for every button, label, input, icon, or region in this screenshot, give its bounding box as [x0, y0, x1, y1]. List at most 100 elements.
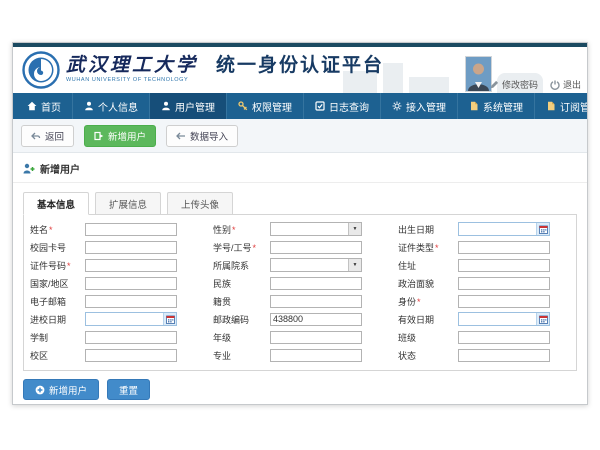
- chevron-down-icon: ▼: [348, 259, 361, 271]
- valid-date-field[interactable]: [458, 312, 550, 326]
- tab-extended-info[interactable]: 扩展信息: [95, 192, 161, 215]
- native-place-field[interactable]: [270, 295, 362, 308]
- logout-label: 退出: [563, 78, 581, 91]
- plus-circle-icon: [35, 385, 45, 395]
- user-icon: [84, 101, 94, 111]
- toolbar: 返回 新增用户 数据导入: [13, 119, 587, 153]
- required-marker: *: [417, 297, 421, 307]
- campus-label: 校区: [30, 349, 85, 362]
- data-import-button[interactable]: 数据导入: [166, 125, 238, 147]
- id-number-field[interactable]: [85, 259, 177, 272]
- postal-code-label: 邮政编码: [213, 313, 270, 326]
- platform-title: 统一身份认证平台: [216, 54, 384, 78]
- name-field[interactable]: [85, 223, 177, 236]
- tab-basic-info[interactable]: 基本信息: [23, 192, 89, 215]
- doc-icon: [546, 101, 556, 111]
- ethnicity-field[interactable]: [270, 277, 362, 290]
- nav-item-subscription-management[interactable]: 订阅管理: [535, 93, 588, 119]
- id-type-label: 证件类型*: [398, 241, 458, 254]
- student-id-label: 学号/工号*: [213, 241, 270, 254]
- back-button[interactable]: 返回: [21, 125, 74, 147]
- submit-add-user-button[interactable]: 新增用户: [23, 379, 99, 400]
- form-row: 进校日期 邮政编码 有效日期: [24, 310, 576, 328]
- form-row: 证件号码* 所属院系 ▼ 住址: [24, 256, 576, 274]
- cityscape-decoration: [409, 77, 449, 93]
- nav-label: 权限管理: [252, 99, 292, 114]
- required-marker: *: [232, 225, 236, 235]
- form-actions: 新增用户 重置: [23, 379, 577, 400]
- nav-item-user-management[interactable]: 用户管理: [150, 93, 227, 119]
- basic-info-form: 姓名* 性别* ▼ 出生日期 校园卡号 学号/工号* 证件类型* 证件号码* 所…: [23, 214, 577, 371]
- nav-item-system-management[interactable]: 系统管理: [458, 93, 535, 119]
- class-field[interactable]: [458, 331, 550, 344]
- logout-link[interactable]: 退出: [550, 78, 581, 91]
- postal-code-field[interactable]: [270, 313, 362, 326]
- identity-field[interactable]: [458, 295, 550, 308]
- pencil-icon: [490, 80, 499, 89]
- required-marker: *: [49, 225, 53, 235]
- form-row: 电子邮箱 籍贯 身份*: [24, 292, 576, 310]
- name-label: 姓名*: [30, 223, 85, 236]
- users-icon: [161, 101, 171, 111]
- birth-date-field[interactable]: [458, 222, 550, 236]
- log-check-icon: [315, 101, 325, 111]
- birth-date-label: 出生日期: [398, 223, 458, 236]
- major-label: 专业: [213, 349, 270, 362]
- tab-upload-avatar[interactable]: 上传头像: [167, 192, 233, 215]
- new-user-icon: [94, 131, 104, 141]
- change-password-link[interactable]: 修改密码: [490, 78, 538, 91]
- key-icon: [238, 101, 248, 111]
- change-password-label: 修改密码: [502, 78, 538, 91]
- form-row: 校园卡号 学号/工号* 证件类型*: [24, 238, 576, 256]
- nav-item-log-query[interactable]: 日志查询: [304, 93, 381, 119]
- country-field[interactable]: [85, 277, 177, 290]
- app-window: 武汉理工大学 WUHAN UNIVERSITY OF TECHNOLOGY 统一…: [12, 42, 588, 405]
- calendar-icon[interactable]: [536, 223, 549, 235]
- back-arrow-icon: [31, 132, 41, 140]
- entry-date-field[interactable]: [85, 312, 177, 326]
- address-field[interactable]: [458, 259, 550, 272]
- department-label: 所属院系: [213, 259, 270, 272]
- title-block: 武汉理工大学 WUHAN UNIVERSITY OF TECHNOLOGY 统一…: [66, 54, 384, 83]
- calendar-icon[interactable]: [163, 313, 176, 325]
- campus-field[interactable]: [85, 349, 177, 362]
- form-row: 姓名* 性别* ▼ 出生日期: [24, 220, 576, 238]
- entry-date-label: 进校日期: [30, 313, 85, 326]
- section-header: 新增用户: [13, 153, 587, 183]
- status-field[interactable]: [458, 349, 550, 362]
- nav-label: 日志查询: [329, 99, 369, 114]
- back-button-label: 返回: [45, 129, 64, 143]
- header: 武汉理工大学 WUHAN UNIVERSITY OF TECHNOLOGY 统一…: [13, 47, 587, 93]
- study-length-field[interactable]: [85, 331, 177, 344]
- add-user-toolbar-button[interactable]: 新增用户: [84, 125, 156, 147]
- main-nav: 首页 个人信息 用户管理 权限管理: [13, 93, 587, 119]
- nav-label: 接入管理: [406, 99, 446, 114]
- calendar-icon[interactable]: [536, 313, 549, 325]
- home-icon: [27, 101, 37, 111]
- nav-item-home[interactable]: 首页: [13, 93, 73, 119]
- reset-button[interactable]: 重置: [107, 379, 150, 400]
- student-id-field[interactable]: [270, 241, 362, 254]
- form-row: 学制 年级 班级: [24, 328, 576, 346]
- required-marker: *: [67, 261, 71, 271]
- nav-item-access-management[interactable]: 接入管理: [381, 93, 458, 119]
- ethnicity-label: 民族: [213, 277, 270, 290]
- major-field[interactable]: [270, 349, 362, 362]
- grade-field[interactable]: [270, 331, 362, 344]
- political-status-field[interactable]: [458, 277, 550, 290]
- gender-select[interactable]: ▼: [270, 222, 362, 236]
- native-place-label: 籍贯: [213, 295, 270, 308]
- cityscape-decoration: [383, 63, 403, 93]
- university-name-cn: 武汉理工大学: [66, 54, 198, 76]
- status-label: 状态: [398, 349, 458, 362]
- valid-date-label: 有效日期: [398, 313, 458, 326]
- nav-item-personal-info[interactable]: 个人信息: [73, 93, 150, 119]
- id-type-field[interactable]: [458, 241, 550, 254]
- nav-item-permission-management[interactable]: 权限管理: [227, 93, 304, 119]
- nav-label: 首页: [41, 99, 61, 114]
- address-label: 住址: [398, 259, 458, 272]
- campus-card-field[interactable]: [85, 241, 177, 254]
- tab-bar: 基本信息 扩展信息 上传头像: [23, 191, 577, 214]
- email-field[interactable]: [85, 295, 177, 308]
- department-select[interactable]: ▼: [270, 258, 362, 272]
